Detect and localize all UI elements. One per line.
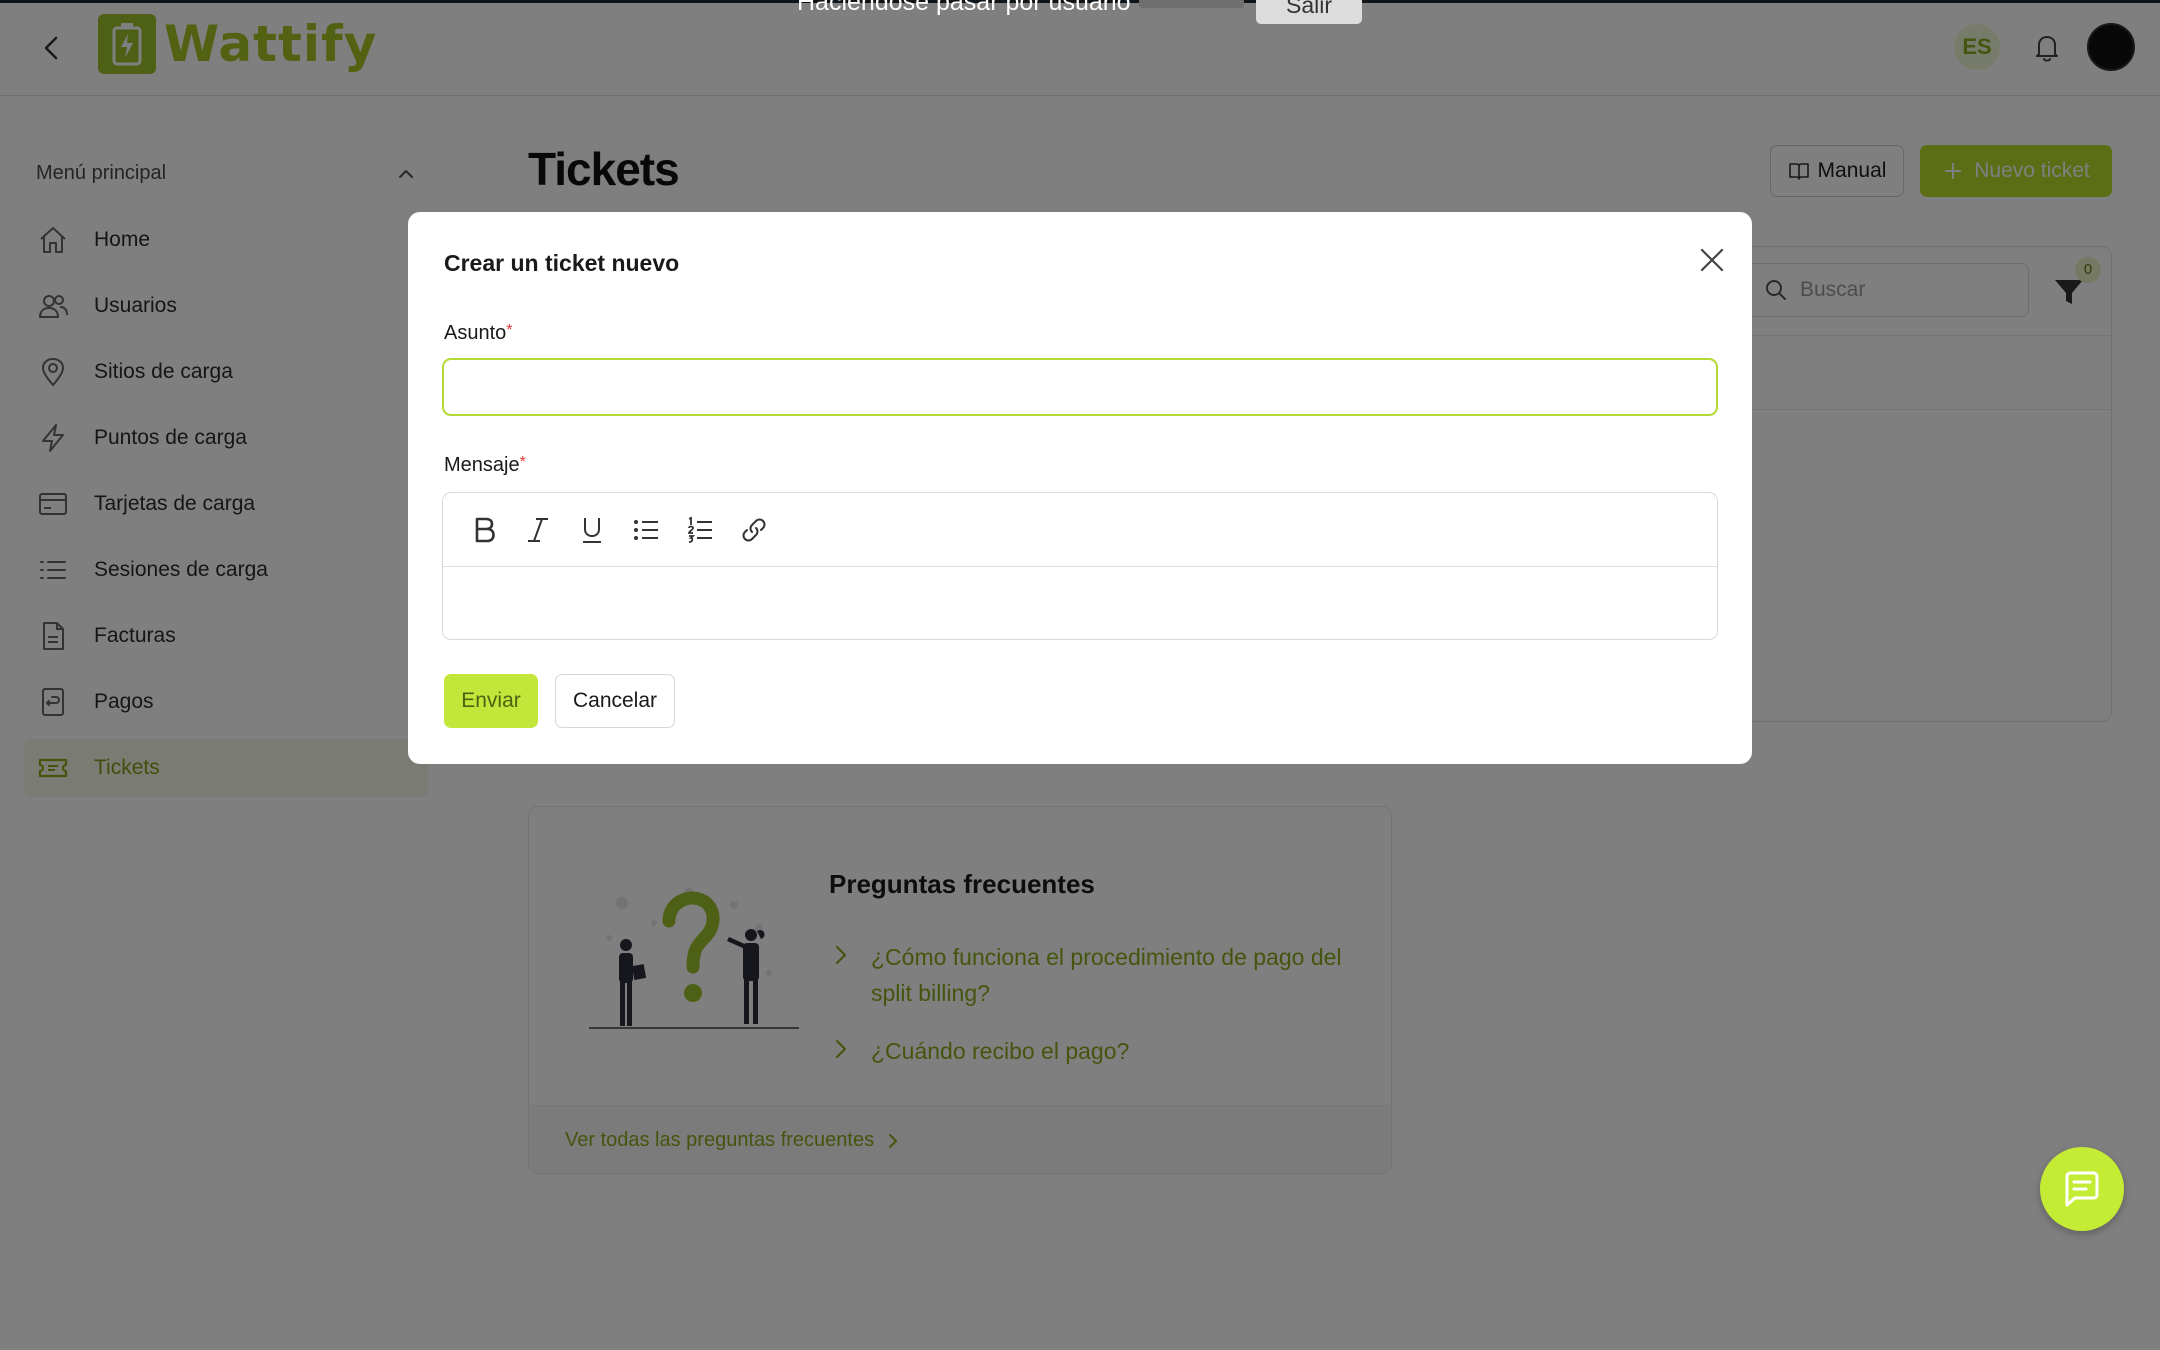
chat-bubble-icon (2065, 1171, 2099, 1207)
dialog-title: Crear un ticket nuevo (444, 250, 680, 276)
close-icon[interactable] (1694, 242, 1730, 278)
link-icon[interactable] (737, 513, 771, 547)
editor-toolbar (443, 493, 1717, 567)
subject-label: Asunto* (444, 322, 513, 345)
chat-button[interactable] (2040, 1147, 2124, 1231)
exit-impersonation-button[interactable]: Salir (1256, 0, 1362, 24)
bold-icon[interactable] (467, 513, 501, 547)
impersonation-label: Haciéndose pasar por usuario (797, 0, 1131, 16)
message-label-text: Mensaje (444, 454, 520, 476)
impersonation-text: Haciéndose pasar por usuario (797, 0, 1244, 17)
create-ticket-dialog: Crear un ticket nuevo Asunto* Mensaje* E… (408, 212, 1752, 764)
cancel-button[interactable]: Cancelar (555, 674, 675, 728)
bullet-list-icon[interactable] (629, 513, 663, 547)
required-mark: * (519, 454, 526, 471)
subject-label-text: Asunto (444, 322, 507, 344)
numbered-list-icon[interactable] (683, 513, 717, 547)
message-editor[interactable] (442, 492, 1718, 640)
impersonated-user-redacted (1138, 0, 1244, 9)
subject-input[interactable] (442, 358, 1718, 416)
underline-icon[interactable] (575, 513, 609, 547)
message-label: Mensaje* (444, 454, 526, 477)
send-button[interactable]: Enviar (444, 674, 538, 728)
required-mark: * (506, 322, 513, 339)
italic-icon[interactable] (521, 513, 555, 547)
